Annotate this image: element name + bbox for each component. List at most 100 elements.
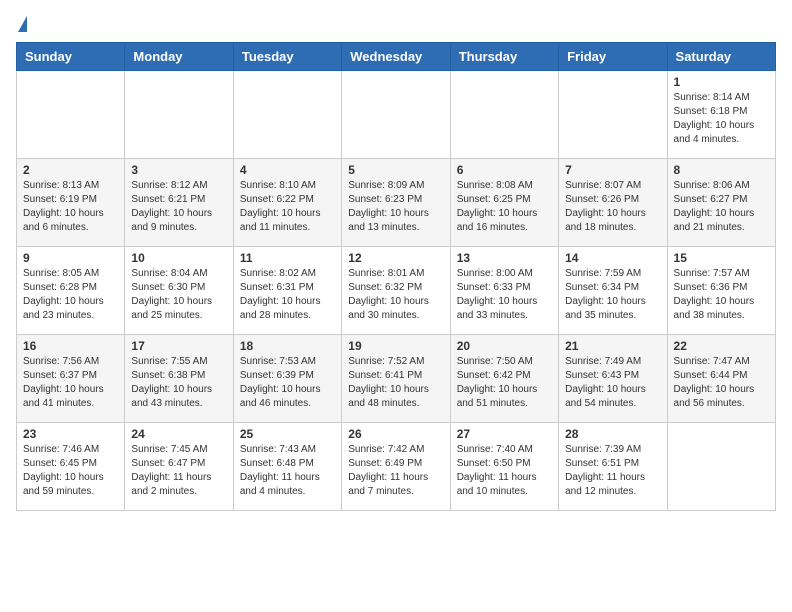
weekday-header-saturday: Saturday: [667, 43, 775, 71]
weekday-header-row: SundayMondayTuesdayWednesdayThursdayFrid…: [17, 43, 776, 71]
day-info: Sunrise: 8:07 AM Sunset: 6:26 PM Dayligh…: [565, 179, 660, 235]
calendar-cell: 19 Sunrise: 7:52 AM Sunset: 6:41 PM Dayli…: [342, 335, 450, 423]
day-info: Sunrise: 7:55 AM Sunset: 6:38 PM Dayligh…: [131, 355, 226, 411]
calendar-cell: 13 Sunrise: 8:00 AM Sunset: 6:33 PM Dayli…: [450, 247, 558, 335]
day-number: 2: [23, 163, 118, 177]
weekday-header-sunday: Sunday: [17, 43, 125, 71]
calendar-cell: 2 Sunrise: 8:13 AM Sunset: 6:19 PM Daylig…: [17, 159, 125, 247]
calendar-cell: [559, 71, 667, 159]
calendar-cell: 11 Sunrise: 8:02 AM Sunset: 6:31 PM Dayli…: [233, 247, 341, 335]
day-number: 13: [457, 251, 552, 265]
day-info: Sunrise: 7:53 AM Sunset: 6:39 PM Dayligh…: [240, 355, 335, 411]
calendar-cell: 21 Sunrise: 7:49 AM Sunset: 6:43 PM Dayli…: [559, 335, 667, 423]
calendar-cell: [17, 71, 125, 159]
day-info: Sunrise: 8:02 AM Sunset: 6:31 PM Dayligh…: [240, 267, 335, 323]
day-info: Sunrise: 7:47 AM Sunset: 6:44 PM Dayligh…: [674, 355, 769, 411]
day-number: 15: [674, 251, 769, 265]
day-number: 26: [348, 427, 443, 441]
day-info: Sunrise: 8:09 AM Sunset: 6:23 PM Dayligh…: [348, 179, 443, 235]
day-info: Sunrise: 8:01 AM Sunset: 6:32 PM Dayligh…: [348, 267, 443, 323]
calendar-cell: [450, 71, 558, 159]
day-info: Sunrise: 8:04 AM Sunset: 6:30 PM Dayligh…: [131, 267, 226, 323]
day-number: 24: [131, 427, 226, 441]
day-info: Sunrise: 7:39 AM Sunset: 6:51 PM Dayligh…: [565, 443, 660, 499]
calendar-cell: 25Sunrise: 7:43 AM Sunset: 6:48 PM Dayli…: [233, 423, 341, 511]
calendar-cell: 10 Sunrise: 8:04 AM Sunset: 6:30 PM Dayli…: [125, 247, 233, 335]
day-info: Sunrise: 8:06 AM Sunset: 6:27 PM Dayligh…: [674, 179, 769, 235]
day-number: 11: [240, 251, 335, 265]
day-number: 16: [23, 339, 118, 353]
day-number: 19: [348, 339, 443, 353]
calendar-cell: 1 Sunrise: 8:14 AM Sunset: 6:18 PM Daylig…: [667, 71, 775, 159]
calendar-cell: [667, 423, 775, 511]
calendar-cell: 28 Sunrise: 7:39 AM Sunset: 6:51 PM Dayli…: [559, 423, 667, 511]
calendar-cell: 16 Sunrise: 7:56 AM Sunset: 6:37 PM Dayli…: [17, 335, 125, 423]
calendar-cell: 15 Sunrise: 7:57 AM Sunset: 6:36 PM Dayli…: [667, 247, 775, 335]
day-info: Sunrise: 7:45 AM Sunset: 6:47 PM Dayligh…: [131, 443, 226, 499]
calendar-cell: [125, 71, 233, 159]
calendar-table: SundayMondayTuesdayWednesdayThursdayFrid…: [16, 42, 776, 511]
day-number: 17: [131, 339, 226, 353]
week-row-2: 2 Sunrise: 8:13 AM Sunset: 6:19 PM Daylig…: [17, 159, 776, 247]
logo: [16, 16, 27, 32]
day-number: 14: [565, 251, 660, 265]
calendar-cell: 9 Sunrise: 8:05 AM Sunset: 6:28 PM Daylig…: [17, 247, 125, 335]
calendar-cell: 8 Sunrise: 8:06 AM Sunset: 6:27 PM Daylig…: [667, 159, 775, 247]
calendar-cell: 4Sunrise: 8:10 AM Sunset: 6:22 PM Daylig…: [233, 159, 341, 247]
calendar-cell: 3 Sunrise: 8:12 AM Sunset: 6:21 PM Daylig…: [125, 159, 233, 247]
day-info: Sunrise: 7:49 AM Sunset: 6:43 PM Dayligh…: [565, 355, 660, 411]
day-number: 7: [565, 163, 660, 177]
day-number: 8: [674, 163, 769, 177]
calendar-cell: 18Sunrise: 7:53 AM Sunset: 6:39 PM Dayli…: [233, 335, 341, 423]
page-header: [16, 16, 776, 32]
day-info: Sunrise: 7:59 AM Sunset: 6:34 PM Dayligh…: [565, 267, 660, 323]
day-number: 23: [23, 427, 118, 441]
day-number: 21: [565, 339, 660, 353]
calendar-cell: [233, 71, 341, 159]
day-info: Sunrise: 8:08 AM Sunset: 6:25 PM Dayligh…: [457, 179, 552, 235]
day-info: Sunrise: 8:13 AM Sunset: 6:19 PM Dayligh…: [23, 179, 118, 235]
calendar-cell: [342, 71, 450, 159]
day-info: Sunrise: 8:12 AM Sunset: 6:21 PM Dayligh…: [131, 179, 226, 235]
day-number: 6: [457, 163, 552, 177]
day-number: 10: [131, 251, 226, 265]
day-number: 9: [23, 251, 118, 265]
day-info: Sunrise: 7:56 AM Sunset: 6:37 PM Dayligh…: [23, 355, 118, 411]
day-number: 20: [457, 339, 552, 353]
calendar-cell: 17 Sunrise: 7:55 AM Sunset: 6:38 PM Dayli…: [125, 335, 233, 423]
weekday-header-tuesday: Tuesday: [233, 43, 341, 71]
day-number: 25: [240, 427, 335, 441]
week-row-5: 23 Sunrise: 7:46 AM Sunset: 6:45 PM Dayli…: [17, 423, 776, 511]
calendar-cell: 27 Sunrise: 7:40 AM Sunset: 6:50 PM Dayli…: [450, 423, 558, 511]
day-number: 28: [565, 427, 660, 441]
weekday-header-thursday: Thursday: [450, 43, 558, 71]
day-info: Sunrise: 8:14 AM Sunset: 6:18 PM Dayligh…: [674, 91, 769, 147]
day-info: Sunrise: 7:57 AM Sunset: 6:36 PM Dayligh…: [674, 267, 769, 323]
day-info: Sunrise: 7:42 AM Sunset: 6:49 PM Dayligh…: [348, 443, 443, 499]
calendar-cell: 12Sunrise: 8:01 AM Sunset: 6:32 PM Dayli…: [342, 247, 450, 335]
calendar-cell: 22 Sunrise: 7:47 AM Sunset: 6:44 PM Dayli…: [667, 335, 775, 423]
week-row-1: 1 Sunrise: 8:14 AM Sunset: 6:18 PM Daylig…: [17, 71, 776, 159]
day-number: 27: [457, 427, 552, 441]
calendar-cell: 26 Sunrise: 7:42 AM Sunset: 6:49 PM Dayli…: [342, 423, 450, 511]
day-number: 22: [674, 339, 769, 353]
calendar-cell: 5 Sunrise: 8:09 AM Sunset: 6:23 PM Daylig…: [342, 159, 450, 247]
weekday-header-friday: Friday: [559, 43, 667, 71]
calendar-cell: 14 Sunrise: 7:59 AM Sunset: 6:34 PM Dayli…: [559, 247, 667, 335]
calendar-cell: 23 Sunrise: 7:46 AM Sunset: 6:45 PM Dayli…: [17, 423, 125, 511]
calendar-cell: 7 Sunrise: 8:07 AM Sunset: 6:26 PM Daylig…: [559, 159, 667, 247]
day-info: Sunrise: 8:00 AM Sunset: 6:33 PM Dayligh…: [457, 267, 552, 323]
calendar-cell: 24 Sunrise: 7:45 AM Sunset: 6:47 PM Dayli…: [125, 423, 233, 511]
calendar-cell: 20Sunrise: 7:50 AM Sunset: 6:42 PM Dayli…: [450, 335, 558, 423]
day-info: Sunrise: 7:40 AM Sunset: 6:50 PM Dayligh…: [457, 443, 552, 499]
day-number: 1: [674, 75, 769, 89]
day-number: 3: [131, 163, 226, 177]
day-info: Sunrise: 7:52 AM Sunset: 6:41 PM Dayligh…: [348, 355, 443, 411]
day-info: Sunrise: 7:46 AM Sunset: 6:45 PM Dayligh…: [23, 443, 118, 499]
day-info: Sunrise: 8:05 AM Sunset: 6:28 PM Dayligh…: [23, 267, 118, 323]
logo-triangle-icon: [18, 16, 27, 32]
weekday-header-wednesday: Wednesday: [342, 43, 450, 71]
day-number: 5: [348, 163, 443, 177]
day-info: Sunrise: 8:10 AM Sunset: 6:22 PM Dayligh…: [240, 179, 335, 235]
weekday-header-monday: Monday: [125, 43, 233, 71]
